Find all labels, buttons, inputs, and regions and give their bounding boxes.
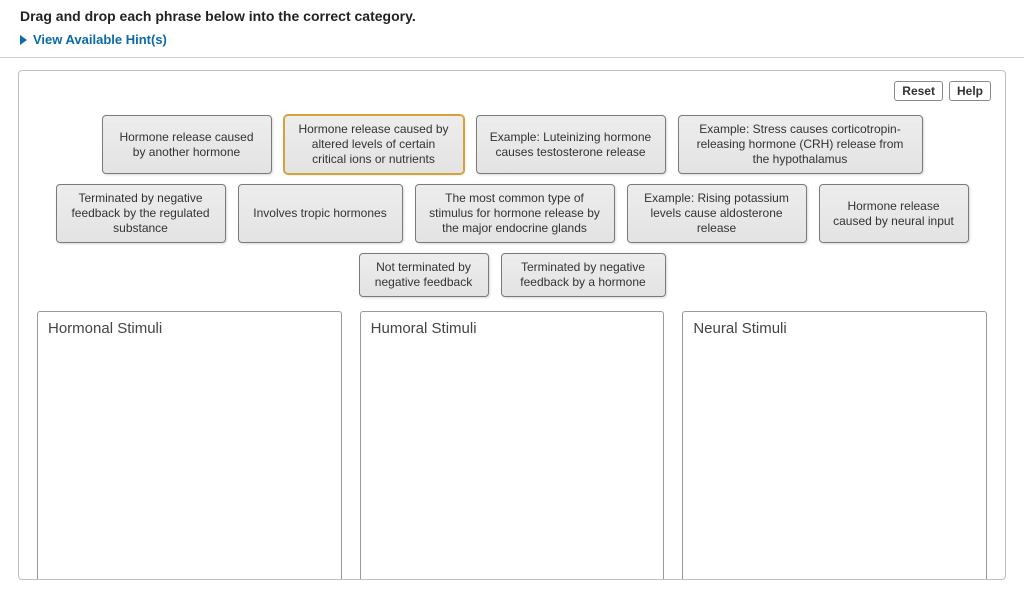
instruction-text: Drag and drop each phrase below into the… xyxy=(20,8,1004,24)
phrase-pool: Hormone release caused by another hormon… xyxy=(33,115,991,297)
chip-example-potassium-aldosterone[interactable]: Example: Rising potassium levels cause a… xyxy=(627,184,807,243)
activity-canvas: Reset Help Hormone release caused by ano… xyxy=(18,70,1006,580)
chip-hormone-release-neural-input[interactable]: Hormone release caused by neural input xyxy=(819,184,969,243)
view-hints-toggle[interactable]: View Available Hint(s) xyxy=(20,32,1004,47)
drop-zones: Hormonal Stimuli Humoral Stimuli Neural … xyxy=(33,311,991,580)
hints-label: View Available Hint(s) xyxy=(33,32,167,47)
chip-most-common-stimulus[interactable]: The most common type of stimulus for hor… xyxy=(415,184,615,243)
chip-hormone-release-altered-ions[interactable]: Hormone release caused by altered levels… xyxy=(284,115,464,174)
help-button[interactable]: Help xyxy=(949,81,991,101)
chip-example-lh-testosterone[interactable]: Example: Luteinizing hormone causes test… xyxy=(476,115,666,174)
chip-not-terminated-negative-feedback[interactable]: Not terminated by negative feedback xyxy=(359,253,489,297)
chip-example-stress-crh[interactable]: Example: Stress causes corticotropin-rel… xyxy=(678,115,923,174)
pool-row-1: Hormone release caused by another hormon… xyxy=(102,115,923,174)
drop-title: Humoral Stimuli xyxy=(371,320,654,337)
toolbar: Reset Help xyxy=(33,81,991,101)
drop-title: Neural Stimuli xyxy=(693,320,976,337)
drop-zone-neural[interactable]: Neural Stimuli xyxy=(682,311,987,580)
chip-involves-tropic-hormones[interactable]: Involves tropic hormones xyxy=(238,184,403,243)
triangle-right-icon xyxy=(20,35,27,45)
header: Drag and drop each phrase below into the… xyxy=(0,0,1024,58)
reset-button[interactable]: Reset xyxy=(894,81,943,101)
drop-zone-humoral[interactable]: Humoral Stimuli xyxy=(360,311,665,580)
chip-hormone-release-by-hormone[interactable]: Hormone release caused by another hormon… xyxy=(102,115,272,174)
pool-row-3: Not terminated by negative feedback Term… xyxy=(359,253,666,297)
drop-zone-hormonal[interactable]: Hormonal Stimuli xyxy=(37,311,342,580)
chip-terminated-by-regulated-substance[interactable]: Terminated by negative feedback by the r… xyxy=(56,184,226,243)
chip-terminated-negative-feedback-hormone[interactable]: Terminated by negative feedback by a hor… xyxy=(501,253,666,297)
drop-title: Hormonal Stimuli xyxy=(48,320,331,337)
pool-row-2: Terminated by negative feedback by the r… xyxy=(56,184,969,243)
